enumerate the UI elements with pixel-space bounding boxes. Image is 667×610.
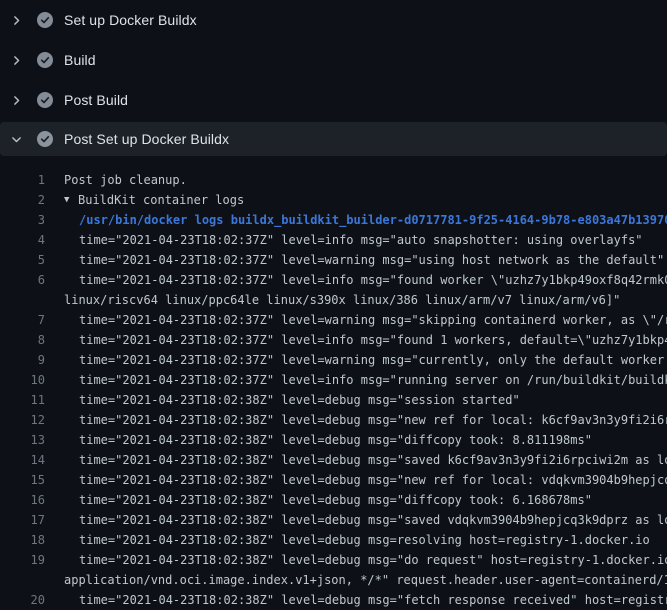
log-line: 1 Post job cleanup. xyxy=(0,170,667,190)
step-post-build[interactable]: Post Build xyxy=(0,80,667,120)
log-line: 2 ▼BuildKit container logs xyxy=(0,190,667,210)
chevron-right-icon xyxy=(10,54,23,67)
log-line: 20 time="2021-04-23T18:02:38Z" level=deb… xyxy=(0,590,667,610)
log-line: 3 /usr/bin/docker logs buildx_buildkit_b… xyxy=(0,210,667,230)
chevron-right-icon xyxy=(10,94,23,107)
log-line: 11 time="2021-04-23T18:02:38Z" level=deb… xyxy=(0,390,667,410)
line-number[interactable]: 19 xyxy=(0,550,45,570)
line-number[interactable]: 18 xyxy=(0,530,45,550)
line-number[interactable]: 20 xyxy=(0,590,45,610)
line-number xyxy=(0,290,45,310)
line-number[interactable]: 13 xyxy=(0,430,45,450)
log-line: 14 time="2021-04-23T18:02:38Z" level=deb… xyxy=(0,450,667,470)
steps-list: Set up Docker Buildx Build Post Build Po… xyxy=(0,0,667,156)
log-line: 13 time="2021-04-23T18:02:38Z" level=deb… xyxy=(0,430,667,450)
log-text: time="2021-04-23T18:02:38Z" level=debug … xyxy=(79,430,592,450)
log-line: 5 time="2021-04-23T18:02:37Z" level=warn… xyxy=(0,250,667,270)
log-line: 16 time="2021-04-23T18:02:38Z" level=deb… xyxy=(0,490,667,510)
log-text: linux/riscv64 linux/ppc64le linux/s390x … xyxy=(64,290,620,310)
line-number[interactable]: 11 xyxy=(0,390,45,410)
line-number[interactable]: 2 xyxy=(0,190,45,210)
log-text: time="2021-04-23T18:02:37Z" level=warnin… xyxy=(79,350,667,370)
step-label: Set up Docker Buildx xyxy=(64,12,197,28)
log-line: 8 time="2021-04-23T18:02:37Z" level=info… xyxy=(0,330,667,350)
line-number[interactable]: 14 xyxy=(0,450,45,470)
log-text: time="2021-04-23T18:02:37Z" level=info m… xyxy=(79,230,643,250)
line-number[interactable]: 1 xyxy=(0,170,45,190)
log-text: time="2021-04-23T18:02:38Z" level=debug … xyxy=(79,510,667,530)
log-text: time="2021-04-23T18:02:37Z" level=info m… xyxy=(79,370,667,390)
log-text: time="2021-04-23T18:02:37Z" level=warnin… xyxy=(79,310,667,330)
step-post-set-up-docker-buildx[interactable]: Post Set up Docker Buildx xyxy=(0,122,667,156)
log-text: time="2021-04-23T18:02:37Z" level=info m… xyxy=(79,270,667,290)
log-text: time="2021-04-23T18:02:38Z" level=debug … xyxy=(79,590,667,610)
log-area: 1 Post job cleanup. 2 ▼BuildKit containe… xyxy=(0,156,667,610)
log-text: time="2021-04-23T18:02:38Z" level=debug … xyxy=(79,450,667,470)
step-label: Post Build xyxy=(64,92,128,108)
log-text: time="2021-04-23T18:02:37Z" level=info m… xyxy=(79,330,667,350)
line-number[interactable]: 6 xyxy=(0,270,45,290)
group-expanded-icon[interactable]: ▼ xyxy=(64,190,78,210)
log-line: 17 time="2021-04-23T18:02:38Z" level=deb… xyxy=(0,510,667,530)
log-text: time="2021-04-23T18:02:38Z" level=debug … xyxy=(79,470,667,490)
log-line: 12 time="2021-04-23T18:02:38Z" level=deb… xyxy=(0,410,667,430)
chevron-down-icon xyxy=(10,133,23,146)
line-number[interactable]: 8 xyxy=(0,330,45,350)
check-circle-icon xyxy=(37,12,53,28)
step-label: Post Set up Docker Buildx xyxy=(64,131,229,147)
log-text: time="2021-04-23T18:02:37Z" level=warnin… xyxy=(79,250,664,270)
log-line: 6 time="2021-04-23T18:02:37Z" level=info… xyxy=(0,270,667,290)
log-line: 18 time="2021-04-23T18:02:38Z" level=deb… xyxy=(0,530,667,550)
step-build[interactable]: Build xyxy=(0,40,667,80)
log-text: time="2021-04-23T18:02:38Z" level=debug … xyxy=(79,390,520,410)
log-line: 10 time="2021-04-23T18:02:37Z" level=inf… xyxy=(0,370,667,390)
line-number[interactable]: 12 xyxy=(0,410,45,430)
line-number[interactable]: 15 xyxy=(0,470,45,490)
check-circle-icon xyxy=(37,52,53,68)
check-circle-icon xyxy=(37,92,53,108)
log-text: time="2021-04-23T18:02:38Z" level=debug … xyxy=(79,530,650,550)
line-number[interactable]: 4 xyxy=(0,230,45,250)
line-number[interactable]: 16 xyxy=(0,490,45,510)
log-line: 15 time="2021-04-23T18:02:38Z" level=deb… xyxy=(0,470,667,490)
log-text: time="2021-04-23T18:02:38Z" level=debug … xyxy=(79,490,592,510)
chevron-right-icon xyxy=(10,14,23,27)
log-line: 7 time="2021-04-23T18:02:37Z" level=warn… xyxy=(0,310,667,330)
step-set-up-docker-buildx[interactable]: Set up Docker Buildx xyxy=(0,0,667,40)
log-line: 9 time="2021-04-23T18:02:37Z" level=warn… xyxy=(0,350,667,370)
log-text: time="2021-04-23T18:02:38Z" level=debug … xyxy=(79,550,667,570)
line-number[interactable]: 5 xyxy=(0,250,45,270)
group-title-text[interactable]: BuildKit container logs xyxy=(78,190,244,210)
check-circle-icon xyxy=(37,131,53,147)
log-line: linux/riscv64 linux/ppc64le linux/s390x … xyxy=(0,290,667,310)
line-number[interactable]: 10 xyxy=(0,370,45,390)
step-label: Build xyxy=(64,52,96,68)
line-number[interactable]: 9 xyxy=(0,350,45,370)
log-line: 19 time="2021-04-23T18:02:38Z" level=deb… xyxy=(0,550,667,570)
log-line: application/vnd.oci.image.index.v1+json,… xyxy=(0,570,667,590)
line-number[interactable]: 17 xyxy=(0,510,45,530)
command-log-text: /usr/bin/docker logs buildx_buildkit_bui… xyxy=(79,210,667,230)
log-text: application/vnd.oci.image.index.v1+json,… xyxy=(64,570,667,590)
log-line: 4 time="2021-04-23T18:02:37Z" level=info… xyxy=(0,230,667,250)
log-text: time="2021-04-23T18:02:38Z" level=debug … xyxy=(79,410,667,430)
line-number xyxy=(0,570,45,590)
line-number[interactable]: 3 xyxy=(0,210,45,230)
line-number[interactable]: 7 xyxy=(0,310,45,330)
log-text: Post job cleanup. xyxy=(64,170,187,190)
